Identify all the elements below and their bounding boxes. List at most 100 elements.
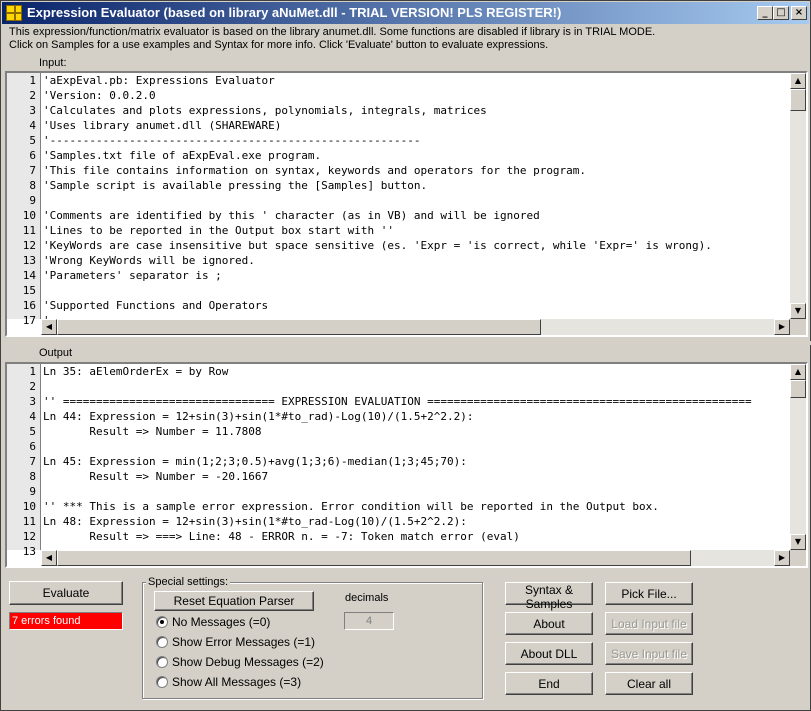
line-number: 10 (22, 209, 36, 222)
info-line-2: Click on Samples for a use examples and … (9, 39, 549, 51)
code-line[interactable]: Ln 45: Expression = min(1;2;3;0.5)+avg(1… (43, 454, 790, 469)
line-number: 16 (22, 299, 36, 312)
radio-icon[interactable] (156, 656, 168, 668)
input-vertical-scrollbar[interactable]: ▲ ▼ (790, 73, 806, 319)
decimals-input[interactable]: 4 (344, 612, 394, 630)
line-number: 3 (29, 104, 36, 117)
code-line[interactable]: 'Calculates and plots expressions, polyn… (43, 103, 790, 118)
end-button[interactable]: End (505, 672, 593, 695)
line-number: 11 (22, 224, 36, 237)
line-number: 12 (22, 239, 36, 252)
about-button[interactable]: About (505, 612, 593, 635)
code-line[interactable]: Result => Number = 11.7808 (43, 424, 790, 439)
line-number: 15 (22, 284, 36, 297)
code-line[interactable]: Ln 48: Expression = 12+sin(3)+sin(1*#to_… (43, 514, 790, 529)
line-number: 7 (29, 164, 36, 177)
special-settings-title: Special settings: (146, 576, 231, 588)
code-line[interactable]: 'Version: 0.0.2.0 (43, 88, 790, 103)
code-line[interactable]: Ln 44: Expression = 12+sin(3)+sin(1*#to_… (43, 409, 790, 424)
scroll-thumb[interactable] (57, 550, 691, 566)
radio-icon[interactable] (156, 616, 168, 628)
line-number: 1 (29, 365, 36, 378)
line-number: 17 (22, 314, 36, 327)
scroll-thumb[interactable] (790, 380, 806, 398)
output-editor[interactable]: 1 2 3 4 5 6 7 8 9 10 11 12 13 Ln 35: aElemOrderEx = … (5, 362, 808, 568)
radio-label: Show All Messages (=3) (172, 675, 302, 689)
input-editor[interactable]: 1 2 3 4 5 6 7 8 9 10 11 12 13 14 15 16 17 'aExpEval.pb: … (5, 71, 808, 337)
pick-file-button[interactable]: Pick File... (605, 582, 693, 605)
radio-label: Show Error Messages (=1) (172, 635, 316, 649)
scroll-down-icon[interactable]: ▼ (790, 303, 806, 319)
scroll-thumb[interactable] (790, 89, 806, 111)
radio-label: Show Debug Messages (=2) (172, 655, 324, 669)
app-icon (6, 5, 22, 21)
output-code-area[interactable]: Ln 35: aElemOrderEx = by Row '' =========… (43, 364, 790, 550)
about-dll-button[interactable]: About DLL (505, 642, 593, 665)
line-number: 9 (29, 194, 36, 207)
maximize-button[interactable]: □ (773, 6, 789, 20)
line-number: 3 (29, 395, 36, 408)
line-number: 4 (29, 119, 36, 132)
panel-splitter[interactable] (1, 341, 811, 345)
code-line[interactable]: 'Wrong KeyWords will be ignored. (43, 253, 790, 268)
title-bar[interactable]: Expression Evaluator (based on library a… (2, 2, 809, 24)
input-code-area[interactable]: 'aExpEval.pb: Expressions Evaluator 'Vers… (43, 73, 790, 319)
radio-icon[interactable] (156, 676, 168, 688)
code-line[interactable] (43, 439, 790, 454)
evaluate-button[interactable]: Evaluate (9, 581, 123, 605)
input-horizontal-scrollbar[interactable]: ◀ ▶ (41, 319, 790, 335)
code-line[interactable]: '' *** This is a sample error expression… (43, 499, 790, 514)
scroll-thumb[interactable] (57, 319, 541, 335)
reset-parser-button[interactable]: Reset Equation Parser (154, 591, 314, 611)
code-line[interactable]: Result => ===> Line: 48 - ERROR n. = -7:… (43, 529, 790, 544)
line-number: 10 (22, 500, 36, 513)
scroll-right-icon[interactable]: ▶ (774, 550, 790, 566)
scroll-up-icon[interactable]: ▲ (790, 73, 806, 89)
code-line[interactable]: 'Samples.txt file of aExpEval.exe progra… (43, 148, 790, 163)
radio-icon[interactable] (156, 636, 168, 648)
clear-all-button[interactable]: Clear all (605, 672, 693, 695)
line-number: 2 (29, 380, 36, 393)
line-number: 14 (22, 269, 36, 282)
output-label: Output (39, 347, 73, 359)
scroll-down-icon[interactable]: ▼ (790, 534, 806, 550)
line-number: 6 (29, 440, 36, 453)
line-number: 13 (22, 545, 36, 558)
code-line[interactable]: 'Uses library anumet.dll (SHAREWARE) (43, 118, 790, 133)
line-number: 9 (29, 485, 36, 498)
scroll-left-icon[interactable]: ◀ (41, 550, 57, 566)
code-line[interactable]: Result => Number = -20.1667 (43, 469, 790, 484)
save-input-file-button[interactable]: Save Input file (605, 642, 693, 665)
load-input-file-button[interactable]: Load Input file (605, 612, 693, 635)
error-status: 7 errors found (9, 612, 123, 630)
scroll-corner (790, 319, 806, 335)
line-number: 5 (29, 134, 36, 147)
code-line[interactable]: '---------------------------------------… (43, 133, 790, 148)
line-number: 7 (29, 455, 36, 468)
code-line[interactable]: 'Parameters' separator is ; (43, 268, 790, 283)
code-line[interactable]: 'This file contains information on synta… (43, 163, 790, 178)
code-line[interactable] (43, 379, 790, 394)
code-line[interactable]: '' ================================ EXPR… (43, 394, 790, 409)
scroll-right-icon[interactable]: ▶ (774, 319, 790, 335)
scroll-left-icon[interactable]: ◀ (41, 319, 57, 335)
scroll-up-icon[interactable]: ▲ (790, 364, 806, 380)
code-line[interactable]: Ln 35: aElemOrderEx = by Row (43, 364, 790, 379)
line-number: 1 (29, 74, 36, 87)
code-line[interactable]: 'KeyWords are case insensitive but space… (43, 238, 790, 253)
output-vertical-scrollbar[interactable]: ▲ ▼ (790, 364, 806, 550)
minimize-button[interactable]: _ (757, 6, 773, 20)
code-line[interactable]: 'Sample script is available pressing the… (43, 178, 790, 193)
code-line[interactable] (43, 484, 790, 499)
code-line[interactable]: 'Comments are identified by this ' chara… (43, 208, 790, 223)
line-number: 5 (29, 425, 36, 438)
close-button[interactable]: × (791, 6, 807, 20)
code-line[interactable]: 'Lines to be reported in the Output box … (43, 223, 790, 238)
code-line[interactable] (43, 283, 790, 298)
info-line-1: This expression/function/matrix evaluato… (9, 26, 656, 38)
code-line[interactable]: 'Supported Functions and Operators (43, 298, 790, 313)
syntax-samples-button[interactable]: Syntax & Samples (505, 582, 593, 611)
code-line[interactable] (43, 193, 790, 208)
code-line[interactable]: 'aExpEval.pb: Expressions Evaluator (43, 73, 790, 88)
output-horizontal-scrollbar[interactable]: ◀ ▶ (41, 550, 790, 566)
